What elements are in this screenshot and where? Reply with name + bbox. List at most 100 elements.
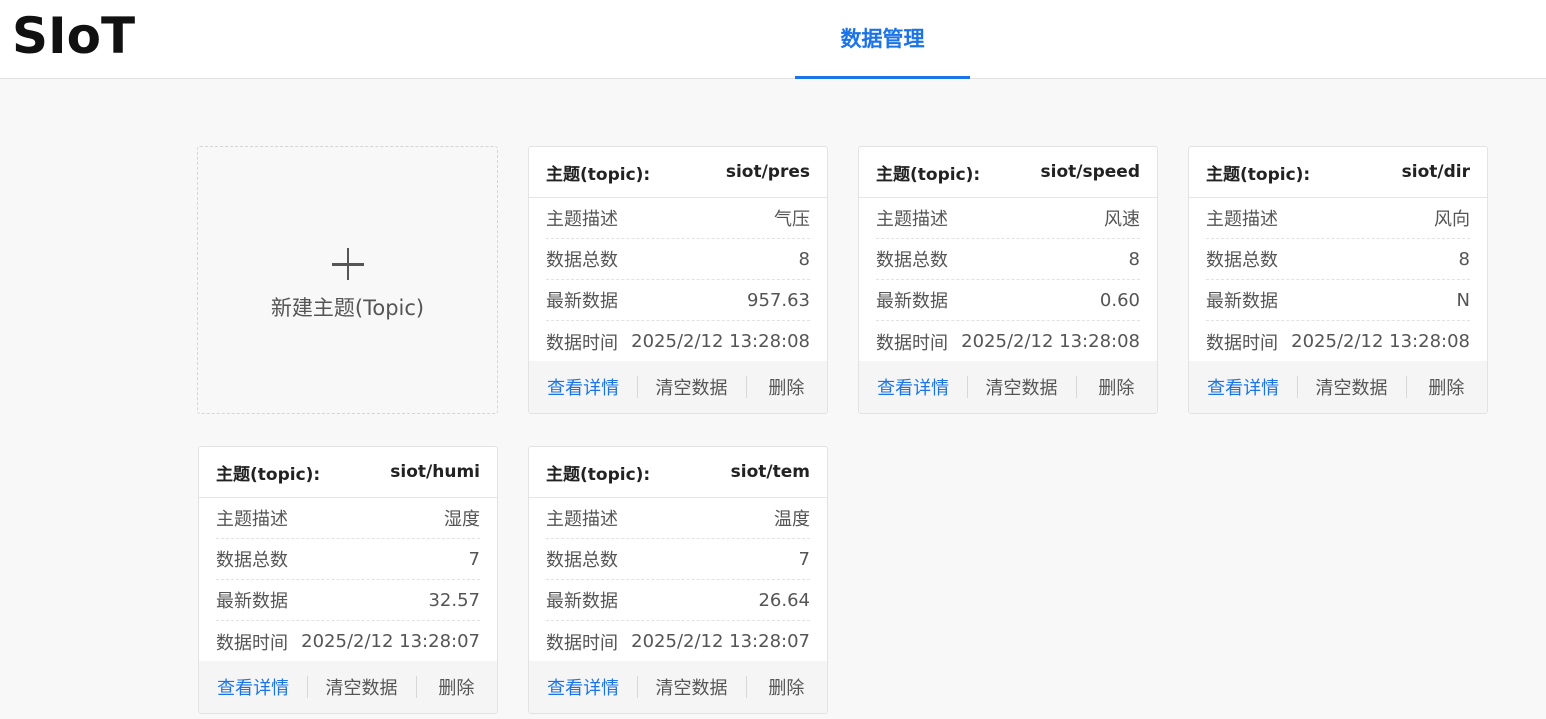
- topic-card-header: 主题(topic): siot/speed: [859, 147, 1157, 198]
- view-details-button[interactable]: 查看详情: [1189, 374, 1297, 400]
- time-label: 数据时间: [216, 632, 288, 654]
- count-row: 数据总数 8: [546, 239, 810, 280]
- latest-value: 957.63: [747, 289, 810, 311]
- latest-label: 最新数据: [546, 591, 618, 612]
- time-label: 数据时间: [546, 332, 618, 354]
- topic-card-body: 主题描述 气压 数据总数 8 最新数据 957.63 数据时间 2025/2/12 13…: [529, 198, 827, 362]
- new-topic-label: 新建主题(Topic): [270, 296, 425, 320]
- latest-value: N: [1456, 289, 1470, 311]
- new-topic-card[interactable]: 新建主题(Topic): [197, 146, 498, 414]
- latest-row: 最新数据 26.64: [546, 580, 810, 621]
- topic-card-body: 主题描述 湿度 数据总数 7 最新数据 32.57 数据时间 2025/2/12 13:…: [199, 498, 497, 662]
- count-label: 数据总数: [546, 250, 618, 271]
- topic-name: siot/tem: [730, 462, 810, 482]
- top-header: SIoT 数据管理: [0, 0, 1546, 79]
- count-value: 8: [1458, 248, 1470, 270]
- topic-name: siot/pres: [725, 162, 810, 182]
- time-value: 2025/2/12 13:28:07: [301, 631, 480, 652]
- topic-card-header: 主题(topic): siot/pres: [529, 147, 827, 198]
- topic-card-body: 主题描述 风向 数据总数 8 最新数据 N 数据时间 2025/2/12 13:28:0…: [1189, 198, 1487, 362]
- topic-card-actions: 查看详情 清空数据 删除: [1189, 361, 1487, 413]
- desc-value: 风速: [1104, 209, 1140, 230]
- topic-name: siot/dir: [1401, 162, 1470, 182]
- latest-label: 最新数据: [216, 591, 288, 612]
- clear-data-button[interactable]: 清空数据: [1297, 374, 1405, 400]
- latest-label: 最新数据: [876, 291, 948, 312]
- view-details-button[interactable]: 查看详情: [859, 374, 967, 400]
- latest-value: 32.57: [428, 589, 480, 611]
- tab-data-management[interactable]: 数据管理: [795, 0, 970, 79]
- latest-label: 最新数据: [1206, 291, 1278, 312]
- time-value: 2025/2/12 13:28:08: [631, 331, 810, 352]
- delete-button[interactable]: 删除: [415, 674, 497, 700]
- topic-card-actions: 查看详情 清空数据 删除: [529, 361, 827, 413]
- topic-card: 主题(topic): siot/pres 主题描述 气压 数据总数 8 最新数据 95…: [528, 146, 828, 414]
- topic-card-header: 主题(topic): siot/humi: [199, 447, 497, 498]
- count-label: 数据总数: [546, 550, 618, 571]
- count-label: 数据总数: [876, 250, 948, 271]
- desc-row: 主题描述 温度: [546, 498, 810, 539]
- time-row: 数据时间 2025/2/12 13:28:08: [546, 321, 810, 362]
- latest-value: 0.60: [1099, 289, 1140, 311]
- view-details-button[interactable]: 查看详情: [529, 374, 637, 400]
- count-label: 数据总数: [1206, 250, 1278, 271]
- count-row: 数据总数 8: [1206, 239, 1470, 280]
- topic-label: 主题(topic):: [546, 464, 651, 485]
- delete-button[interactable]: 删除: [1075, 374, 1157, 400]
- topic-label: 主题(topic):: [216, 464, 321, 485]
- topic-label: 主题(topic):: [546, 164, 651, 185]
- latest-row: 最新数据 0.60: [876, 280, 1140, 321]
- desc-row: 主题描述 湿度: [216, 498, 480, 539]
- topic-card-actions: 查看详情 清空数据 删除: [859, 361, 1157, 413]
- latest-label: 最新数据: [546, 291, 618, 312]
- clear-data-button[interactable]: 清空数据: [967, 374, 1075, 400]
- desc-label: 主题描述: [546, 209, 618, 230]
- clear-data-button[interactable]: 清空数据: [637, 674, 745, 700]
- topic-card-body: 主题描述 风速 数据总数 8 最新数据 0.60 数据时间 2025/2/12 13:2…: [859, 198, 1157, 362]
- topic-card: 主题(topic): siot/dir 主题描述 风向 数据总数 8 最新数据 N 数…: [1188, 146, 1488, 414]
- topic-card-actions: 查看详情 清空数据 删除: [529, 661, 827, 713]
- topic-name: siot/humi: [390, 462, 480, 482]
- delete-button[interactable]: 删除: [1405, 374, 1487, 400]
- clear-data-button[interactable]: 清空数据: [307, 674, 415, 700]
- desc-label: 主题描述: [216, 509, 288, 530]
- time-row: 数据时间 2025/2/12 13:28:07: [216, 621, 480, 662]
- latest-value: 26.64: [758, 589, 810, 611]
- count-value: 7: [468, 548, 480, 570]
- latest-row: 最新数据 957.63: [546, 280, 810, 321]
- count-value: 8: [798, 248, 810, 270]
- count-row: 数据总数 8: [876, 239, 1140, 280]
- time-value: 2025/2/12 13:28:08: [1291, 331, 1470, 352]
- delete-button[interactable]: 删除: [745, 674, 827, 700]
- topic-name: siot/speed: [1040, 162, 1140, 182]
- time-value: 2025/2/12 13:28:08: [961, 331, 1140, 352]
- count-row: 数据总数 7: [546, 539, 810, 580]
- topic-card: 主题(topic): siot/tem 主题描述 温度 数据总数 7 最新数据 26.…: [528, 446, 828, 714]
- view-details-button[interactable]: 查看详情: [199, 674, 307, 700]
- topic-card-header: 主题(topic): siot/tem: [529, 447, 827, 498]
- desc-value: 风向: [1434, 209, 1470, 230]
- view-details-button[interactable]: 查看详情: [529, 674, 637, 700]
- desc-row: 主题描述 风速: [876, 198, 1140, 239]
- time-row: 数据时间 2025/2/12 13:28:08: [1206, 321, 1470, 362]
- plus-icon: [331, 248, 364, 280]
- time-value: 2025/2/12 13:28:07: [631, 631, 810, 652]
- desc-label: 主题描述: [876, 209, 948, 230]
- siot-logo[interactable]: SIoT: [12, 10, 135, 62]
- count-value: 7: [798, 548, 810, 570]
- desc-row: 主题描述 风向: [1206, 198, 1470, 239]
- topic-card-body: 主题描述 温度 数据总数 7 最新数据 26.64 数据时间 2025/2/12 13:…: [529, 498, 827, 662]
- desc-value: 温度: [774, 509, 810, 530]
- delete-button[interactable]: 删除: [745, 374, 827, 400]
- desc-label: 主题描述: [1206, 209, 1278, 230]
- desc-value: 气压: [774, 209, 810, 230]
- time-label: 数据时间: [546, 632, 618, 654]
- time-label: 数据时间: [876, 332, 948, 354]
- clear-data-button[interactable]: 清空数据: [637, 374, 745, 400]
- logo-text: SIoT: [12, 7, 136, 65]
- topic-card-actions: 查看详情 清空数据 删除: [199, 661, 497, 713]
- latest-row: 最新数据 N: [1206, 280, 1470, 321]
- desc-value: 湿度: [444, 509, 480, 530]
- topic-label: 主题(topic):: [1206, 164, 1311, 185]
- topic-label: 主题(topic):: [876, 164, 981, 185]
